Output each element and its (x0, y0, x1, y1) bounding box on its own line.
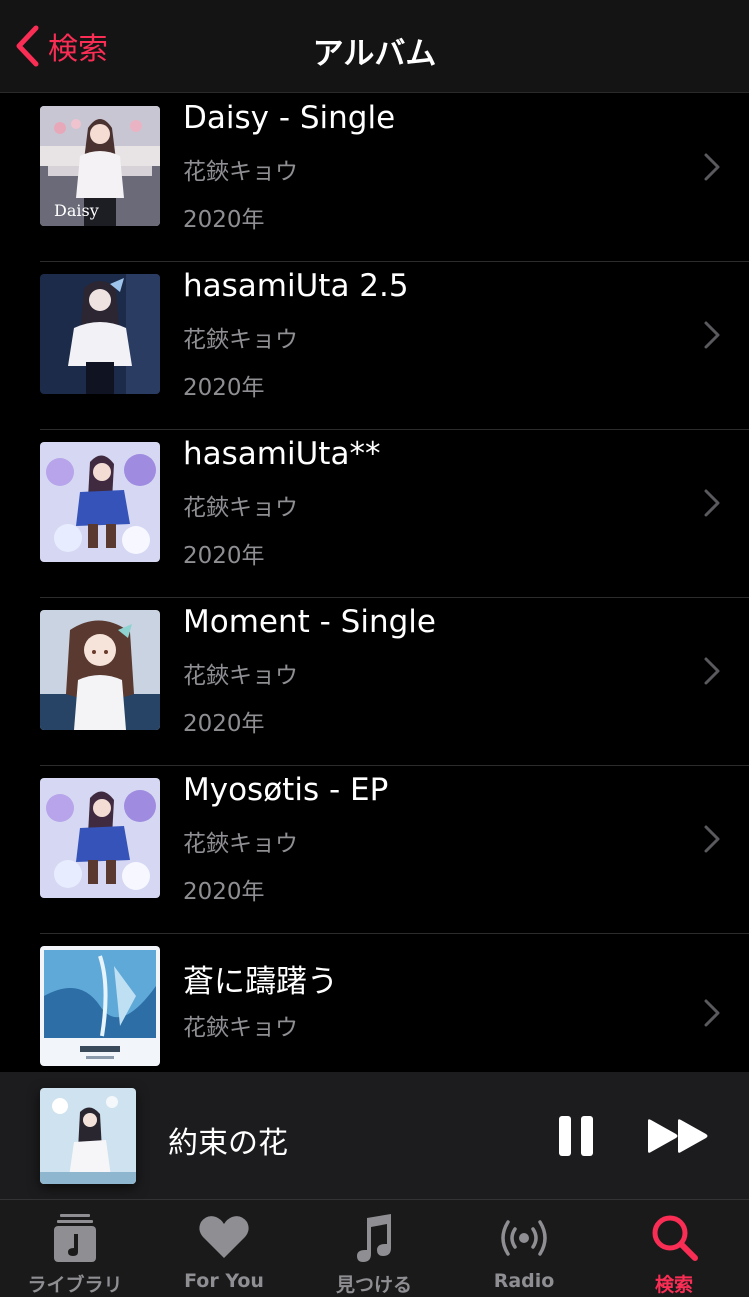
album-row-daisy[interactable]: Daisy Daisy - Single 花鋏キョウ 2020年 (0, 94, 749, 262)
album-artist: 花鋏キョウ (183, 1015, 298, 1041)
tab-search[interactable]: 検索 (599, 1200, 749, 1297)
chevron-right-icon (704, 999, 720, 1027)
search-icon (652, 1215, 698, 1261)
album-artist: 花鋏キョウ (183, 159, 298, 185)
chevron-right-icon (704, 489, 720, 517)
album-row-hasamiuta-2-5[interactable]: hasamiUta 2.5 花鋏キョウ 2020年 (0, 262, 749, 430)
chevron-right-icon (704, 321, 720, 349)
skip-forward-button[interactable] (644, 1118, 712, 1154)
music-note-icon (357, 1214, 391, 1262)
album-year: 2020年 (183, 375, 265, 401)
tab-radio[interactable]: Radio (449, 1200, 599, 1297)
album-artwork (40, 274, 160, 394)
album-row-myosotis[interactable]: Myosøtis - EP 花鋏キョウ 2020年 (0, 766, 749, 934)
tab-label: For You (184, 1270, 264, 1292)
album-title: Myosøtis - EP (183, 772, 389, 808)
album-year: 2020年 (183, 711, 265, 737)
album-title: hasamiUta** (183, 436, 381, 472)
chevron-right-icon (704, 657, 720, 685)
chevron-right-icon (704, 153, 720, 181)
navigation-bar: 検索 アルバム (0, 0, 749, 93)
album-artist: 花鋏キョウ (183, 663, 298, 689)
tab-label: 見つける (335, 1274, 412, 1296)
tab-bar: ライブラリ For You 見つける Radio 検索 (0, 1200, 749, 1297)
album-year: 2020年 (183, 879, 265, 905)
album-artwork: Daisy (40, 106, 160, 226)
album-artwork (40, 610, 160, 730)
now-playing-artwork[interactable] (40, 1088, 136, 1184)
now-playing-title: 約束の花 (168, 1126, 288, 1161)
album-artist: 花鋏キョウ (183, 831, 298, 857)
radio-icon (501, 1220, 547, 1256)
album-title: Moment - Single (183, 604, 436, 640)
heart-icon (199, 1216, 249, 1258)
mini-player[interactable]: 約束の花 (0, 1072, 749, 1200)
tab-browse[interactable]: 見つける (299, 1200, 449, 1297)
tab-label: ライブラリ (27, 1274, 123, 1296)
tab-library[interactable]: ライブラリ (0, 1200, 150, 1297)
tab-label: 検索 (654, 1274, 693, 1296)
album-year: 2020年 (183, 543, 265, 569)
svg-text:Daisy: Daisy (54, 201, 99, 220)
album-artist: 花鋏キョウ (183, 327, 298, 353)
album-artwork (40, 442, 160, 562)
album-artist: 花鋏キョウ (183, 495, 298, 521)
album-artwork (40, 946, 160, 1066)
album-title: hasamiUta 2.5 (183, 268, 409, 304)
album-artwork (40, 778, 160, 898)
album-row-hasamiuta[interactable]: hasamiUta** 花鋏キョウ 2020年 (0, 430, 749, 598)
pause-button[interactable] (556, 1114, 596, 1158)
album-year: 2020年 (183, 207, 265, 233)
library-icon (54, 1214, 96, 1262)
album-row-moment[interactable]: Moment - Single 花鋏キョウ 2020年 (0, 598, 749, 766)
album-list: Daisy Daisy - Single 花鋏キョウ 2020年 hasamiU… (0, 94, 749, 1072)
album-row-ao-ni-tamerau[interactable]: 蒼に躊躇う 花鋏キョウ (0, 934, 749, 1072)
tab-for-you[interactable]: For You (149, 1200, 299, 1297)
album-title: Daisy - Single (183, 100, 396, 136)
album-title: 蒼に躊躇う (183, 964, 338, 1000)
page-title: アルバム (312, 36, 437, 72)
chevron-right-icon (704, 825, 720, 853)
tab-label: Radio (493, 1270, 555, 1292)
